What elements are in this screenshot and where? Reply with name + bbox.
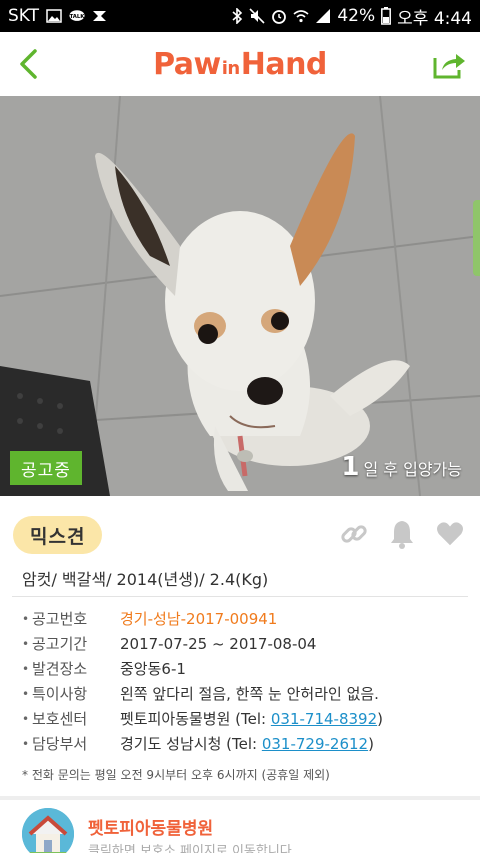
info-label: 보호센터 <box>32 710 88 728</box>
talk-icon: TALK <box>69 10 85 21</box>
info-row-special-notes: • 특이사항 왼쪽 앞다리 절음, 한쪽 눈 안허라인 없음. <box>22 681 472 706</box>
gallery-icon <box>46 9 62 23</box>
favorite-button[interactable] <box>436 518 464 550</box>
info-value: 2017-07-25 ~ 2017-08-04 <box>120 634 317 653</box>
bluetooth-icon <box>232 8 243 24</box>
info-row-notice-number: • 공고번호 경기-성남-2017-00941 <box>22 606 472 631</box>
info-row-shelter: • 보호센터 펫토피아동물병원 (Tel: 031-714-8392) <box>22 706 472 731</box>
bullet: • <box>22 711 30 726</box>
wifi-icon <box>293 10 309 23</box>
info-value: 펫토피아동물병원 (Tel: 031-714-8392) <box>120 708 383 729</box>
logo-text-paw: Paw <box>153 46 221 82</box>
department-phone-link[interactable]: 031-729-2612 <box>262 735 368 753</box>
carrier-label: SKT <box>8 6 40 26</box>
shelter-house-icon <box>22 808 74 853</box>
paren-close: ) <box>368 735 374 753</box>
app-bar: Paw in Hand <box>0 32 480 96</box>
bullet: • <box>22 611 30 626</box>
mute-icon <box>249 8 265 24</box>
shelter-phone-link[interactable]: 031-714-8392 <box>271 710 377 728</box>
bullet: • <box>22 636 30 651</box>
info-label: 담당부서 <box>32 735 88 753</box>
shelter-card-name: 펫토피아동물병원 <box>88 819 214 839</box>
notification-icon <box>93 11 107 21</box>
share-button[interactable] <box>428 44 472 84</box>
paren-close: ) <box>377 710 383 728</box>
info-value: 왼쪽 앞다리 절음, 한쪽 눈 안허라인 없음. <box>120 685 379 703</box>
divider <box>12 596 468 597</box>
scroll-handle[interactable] <box>473 200 480 276</box>
adoption-countdown: 1 일 후 입양가능 <box>341 452 462 482</box>
info-label: 공고번호 <box>32 610 88 628</box>
logo-text-in: in <box>221 57 240 79</box>
notification-button[interactable] <box>388 518 416 550</box>
app-logo: Paw in Hand <box>153 47 327 82</box>
status-bar: SKT TALK 42% 오후 4:44 <box>0 0 480 32</box>
adoption-days-text: 일 후 입양가능 <box>363 460 463 479</box>
battery-percent: 42% <box>337 6 376 26</box>
clock: 오후 4:44 <box>397 8 472 29</box>
link-button[interactable] <box>340 518 368 550</box>
bullet: • <box>22 661 30 676</box>
info-value: 경기도 성남시청 (Tel: 031-729-2612) <box>120 733 374 754</box>
info-table: • 공고번호 경기-성남-2017-00941 • 공고기간 2017-07-2… <box>22 606 472 756</box>
shelter-card[interactable]: 펫토피아동물병원 클릭하면 보호소 페이지로 이동합니다 <box>0 800 480 853</box>
bell-icon <box>391 521 413 549</box>
bullet: • <box>22 686 30 701</box>
battery-icon <box>381 7 392 25</box>
alarm-icon <box>272 10 287 24</box>
adoption-days-number: 1 <box>341 452 360 482</box>
info-label: 공고기간 <box>32 635 88 653</box>
svg-text:TALK: TALK <box>70 14 85 20</box>
link-icon <box>341 525 367 543</box>
department-name: 경기도 성남시청 (Tel: <box>120 735 262 753</box>
back-arrow-icon <box>20 49 37 79</box>
share-icon <box>433 54 465 79</box>
breed-badge: 믹스견 <box>13 516 103 554</box>
status-badge: 공고중 <box>10 451 82 485</box>
signal-icon <box>316 9 331 23</box>
call-hours-footnote: * 전화 문의는 평일 오전 9시부터 오후 6시까지 (공휴일 제외) <box>22 768 330 782</box>
heart-icon <box>437 522 463 546</box>
info-label: 특이사항 <box>32 685 88 703</box>
info-value: 경기-성남-2017-00941 <box>120 610 278 628</box>
animal-photo <box>0 96 480 496</box>
info-row-found-location: • 발견장소 중앙동6-1 <box>22 656 472 681</box>
info-row-notice-period: • 공고기간 2017-07-25 ~ 2017-08-04 <box>22 631 472 656</box>
animal-summary: 암컷/ 백갈색/ 2014(년생)/ 2.4(Kg) <box>22 570 269 589</box>
info-value: 중앙동6-1 <box>120 660 186 678</box>
info-row-department: • 담당부서 경기도 성남시청 (Tel: 031-729-2612) <box>22 731 472 756</box>
shelter-card-subtitle: 클릭하면 보호소 페이지로 이동합니다 <box>88 844 292 853</box>
logo-text-hand: Hand <box>240 46 328 82</box>
bullet: • <box>22 736 30 751</box>
action-icons <box>340 518 464 550</box>
shelter-name: 펫토피아동물병원 (Tel: <box>120 710 271 728</box>
back-button[interactable] <box>8 44 48 84</box>
dog-photo-illustration <box>0 96 480 496</box>
info-label: 발견장소 <box>32 660 88 678</box>
